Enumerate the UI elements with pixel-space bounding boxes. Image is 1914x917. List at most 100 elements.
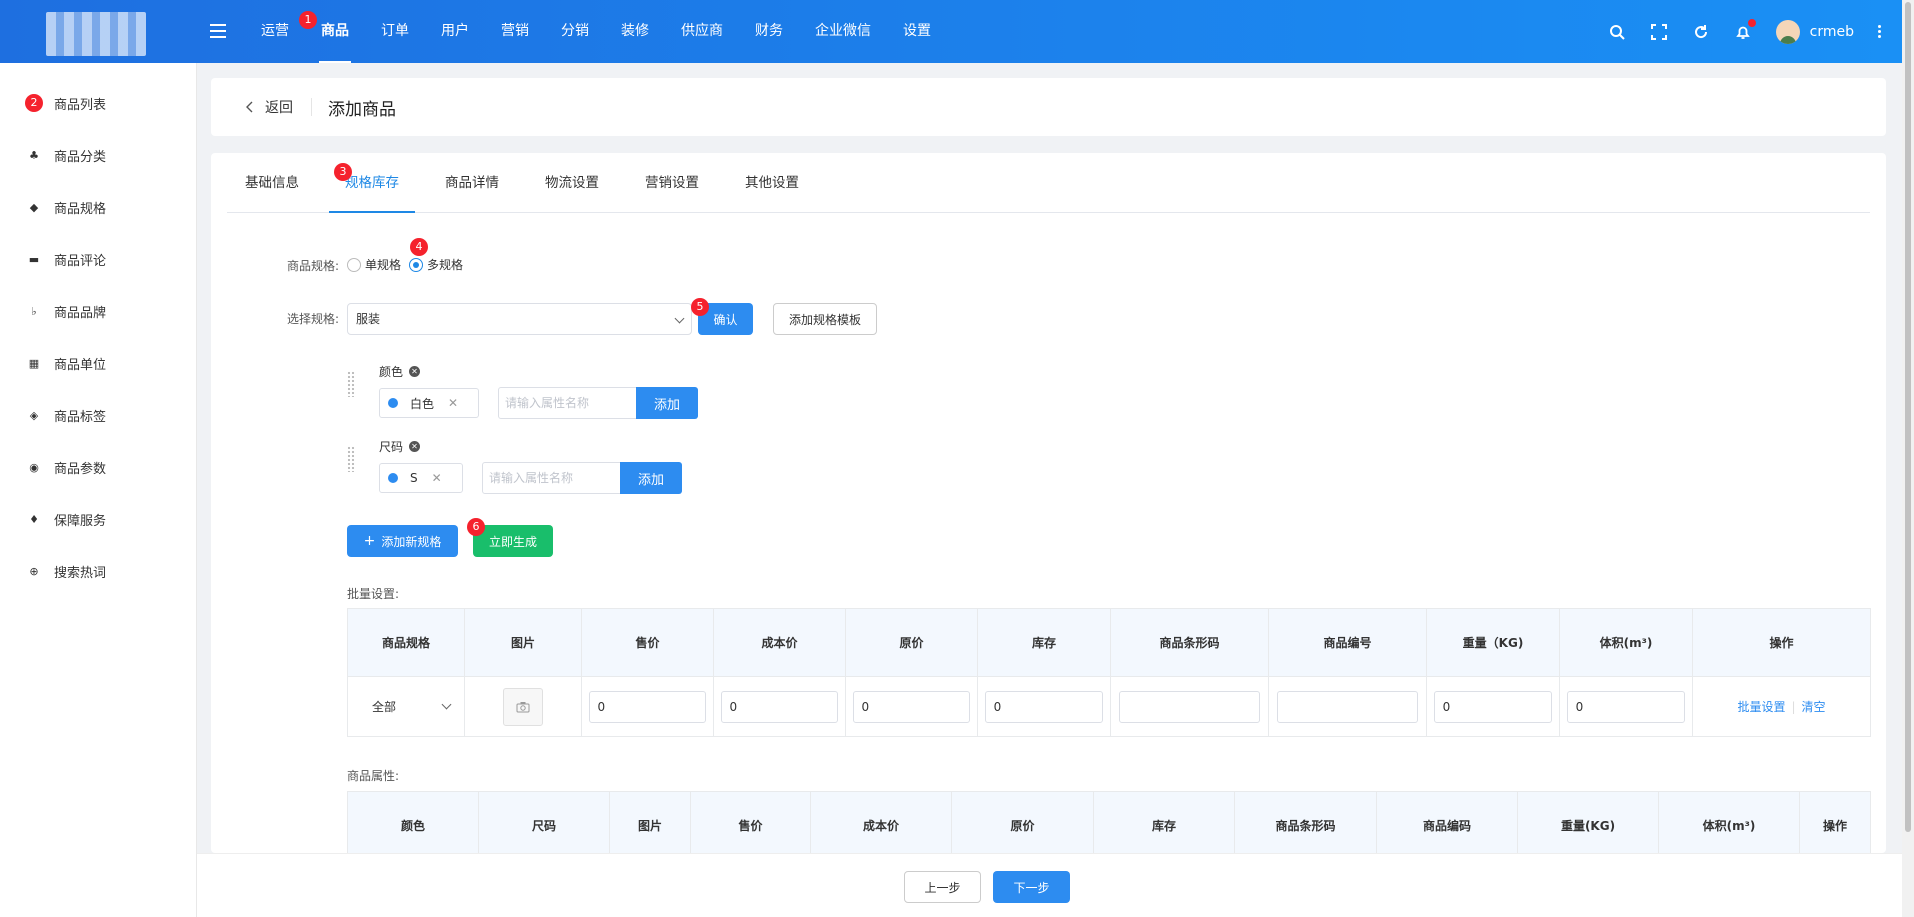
page-head: 返回 添加商品 [211,78,1886,136]
close-icon[interactable]: ✕ [448,396,458,410]
tab-logistics[interactable]: 物流设置 [529,153,615,212]
cost-cell [713,676,846,737]
barcode-input[interactable] [1118,690,1261,723]
attr-name-input[interactable] [498,387,648,419]
sidebar-item-label: 搜索热词 [54,565,107,581]
original-price-input[interactable] [852,690,971,723]
annotation-badge: 5 [691,298,709,316]
nav-item-decoration[interactable]: 装修 [605,0,665,63]
batch-set-link[interactable]: 批量设置 [1737,700,1785,714]
close-icon[interactable]: ✕ [432,471,442,485]
add-new-spec-button[interactable]: + 添加新规格 [347,525,458,557]
sidebar-item-comment[interactable]: ▬ 商品评论 [0,233,196,285]
col-header: 操作 [1692,608,1871,677]
nav-item-operation[interactable]: 运营 [245,0,305,63]
drag-handle-icon[interactable] [347,371,356,397]
sidebar-item-label: 商品分类 [54,149,107,165]
notification-dot [1747,18,1756,27]
sidebar-item-category[interactable]: ♣ 商品分类 [0,129,196,181]
avatar[interactable] [1775,19,1800,44]
sidebar-item-param[interactable]: ◉ 商品参数 [0,441,196,493]
add-attr-button[interactable]: 添加 [636,387,698,419]
stock-input[interactable] [984,690,1104,723]
price-input[interactable] [588,690,707,723]
product-code-cell [1268,676,1427,737]
nav-item-wecom[interactable]: 企业微信 [799,0,887,63]
attr-name-input[interactable] [482,462,632,494]
nav-item-order[interactable]: 订单 [365,0,425,63]
next-step-button[interactable]: 下一步 [993,871,1070,903]
shield-icon: ♦ [29,512,39,526]
box-icon: ◆ [29,200,39,214]
product-code-input[interactable] [1276,690,1419,723]
sidebar: ☰商品列表 ♣商品分类 ◆商品规格 ▬商品评论 ♭商品品牌 ▦商品单位 ◈商品标… [0,63,197,917]
radio-single-spec[interactable]: 单规格 [347,256,401,273]
image-cell [464,676,582,737]
select-value: 服装 [356,312,381,326]
tab-other[interactable]: 其他设置 [729,153,815,212]
nav-item-user[interactable]: 用户 [425,0,485,63]
weight-input[interactable] [1433,690,1553,723]
tab-spec-stock[interactable]: 规格库存 [329,153,415,213]
volume-cell [1559,676,1693,737]
cost-input[interactable] [720,690,839,723]
category-icon: ♣ [29,148,39,162]
nav-item-product[interactable]: 商品 [305,0,365,63]
nav-item-settings[interactable]: 设置 [887,0,947,63]
search-icon[interactable] [1608,23,1626,41]
menu-toggle-icon[interactable] [210,24,226,38]
username[interactable]: crmeb [1810,24,1854,40]
bell-icon[interactable] [1734,18,1756,41]
add-attr-button[interactable]: 添加 [620,462,682,494]
nav-item-finance[interactable]: 财务 [739,0,799,63]
top-header: 运营 商品 订单 用户 营销 分销 装修 供应商 财务 企业微信 设置 crme… [0,0,1902,63]
fullscreen-icon[interactable] [1650,23,1668,41]
header-actions: crmeb [1608,0,1882,63]
more-icon[interactable] [1878,25,1882,38]
nav-item-supplier[interactable]: 供应商 [665,0,739,63]
spec-select-cell[interactable]: 全部 [347,676,465,737]
drag-handle-icon[interactable] [347,446,356,472]
annotation-badge: 1 [299,11,317,29]
tab-basic-info[interactable]: 基础信息 [229,153,315,212]
clear-link[interactable]: 清空 [1802,700,1826,714]
spec-template-select[interactable]: 服装 [347,303,692,335]
sidebar-item-unit[interactable]: ▦ 商品单位 [0,337,196,389]
volume-input[interactable] [1566,690,1686,723]
spec-name: 颜色 [379,365,404,379]
refresh-icon[interactable] [1692,23,1710,41]
sidebar-item-label: 商品标签 [54,409,107,425]
add-template-button[interactable]: 添加规格模板 [773,303,877,335]
radio-multi-spec[interactable]: 多规格 [409,256,463,273]
sidebar-item-spec[interactable]: ◆ 商品规格 [0,181,196,233]
col-header: 重量（KG) [1426,608,1560,677]
brand-icon: ♭ [31,304,37,318]
camera-icon[interactable] [503,687,543,726]
remove-spec-icon[interactable]: ✕ [409,366,421,377]
prev-step-button[interactable]: 上一步 [904,871,981,903]
drag-dot-icon [388,473,398,483]
col-header: 颜色 [347,791,479,860]
remove-spec-icon[interactable]: ✕ [409,441,421,452]
sidebar-item-brand[interactable]: ♭ 商品品牌 [0,285,196,337]
page-scrollbar[interactable] [1902,0,1914,917]
button-label: 添加新规格 [381,534,442,549]
select-spec-label: 选择规格: [286,312,339,326]
nav-item-distribution[interactable]: 分销 [545,0,605,63]
annotation-badge: 3 [334,163,352,181]
col-header: 重量(KG) [1517,791,1659,860]
nav-item-marketing[interactable]: 营销 [485,0,545,63]
tab-marketing[interactable]: 营销设置 [629,153,715,212]
sidebar-item-tag[interactable]: ◈ 商品标签 [0,389,196,441]
tab-product-detail[interactable]: 商品详情 [429,153,515,212]
table-header-row: 颜色 尺码 图片 售价 成本价 原价 库存 商品条形码 商品编码 重量(KG) … [347,791,1871,860]
spec-type-radio-group: 单规格 多规格 [347,256,471,273]
col-header: 体积(m³) [1658,791,1800,860]
sidebar-item-service[interactable]: ♦ 保障服务 [0,493,196,545]
back-button[interactable]: 返回 [245,98,312,116]
logo[interactable] [46,12,146,56]
stock-cell [977,676,1111,737]
back-label: 返回 [265,100,293,116]
generate-button[interactable]: 立即生成 [473,525,553,557]
sidebar-item-hotword[interactable]: ⊕ 搜索热词 [0,545,196,597]
